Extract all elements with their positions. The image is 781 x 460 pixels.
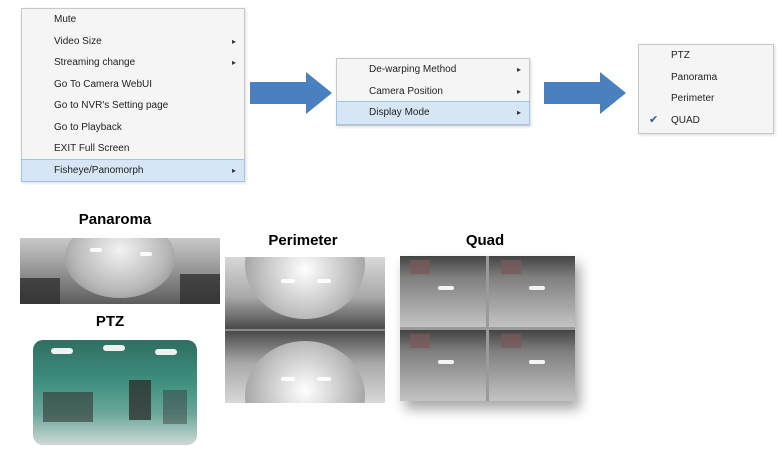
panorama-dome	[65, 238, 175, 298]
menu-item-label: De-warping Method	[369, 64, 457, 75]
display-mode-submenu: PTZ Panorama Perimeter ✔ QUAD	[638, 44, 774, 134]
ptz-label: PTZ	[95, 313, 125, 330]
quad-light	[438, 286, 454, 290]
ptz-cabinet	[163, 390, 187, 424]
perimeter-light	[281, 279, 295, 283]
menu-item-camera-position[interactable]: Camera Position ▸	[337, 81, 529, 103]
menu-item-label: Go to Playback	[54, 121, 122, 133]
menu-item-label: Camera Position	[369, 85, 443, 97]
menu-item-ptz[interactable]: PTZ	[639, 45, 773, 67]
menu-item-label: QUAD	[671, 114, 700, 126]
chevron-right-icon: ▸	[516, 108, 521, 117]
menu-item-camera-webui[interactable]: Go To Camera WebUI	[22, 74, 244, 96]
menu-item-label: Streaming change	[54, 57, 136, 68]
ptz-light	[155, 349, 177, 355]
menu-item-exit-fullscreen[interactable]: EXIT Full Screen	[22, 138, 244, 160]
menu-item-mute[interactable]: Mute	[22, 9, 244, 31]
menu-item-label: Mute	[54, 14, 77, 25]
quad-label: Quad	[465, 232, 505, 249]
perimeter-bottom-view	[225, 331, 385, 403]
menu-item-label: Fisheye/Panomorph	[54, 164, 144, 176]
menu-item-label: Perimeter	[671, 93, 715, 104]
quad-light	[529, 360, 545, 364]
menu-item-label: Display Mode	[369, 107, 430, 118]
panorama-preview	[20, 238, 220, 304]
arrow-right-icon	[250, 72, 332, 114]
quad-view-2	[489, 256, 575, 327]
arrow-right-icon	[544, 72, 626, 114]
perimeter-light	[317, 279, 331, 283]
perimeter-light	[281, 377, 295, 381]
menu-item-dewarping-method[interactable]: De-warping Method ▸	[337, 59, 529, 81]
checkmark-icon: ✔	[649, 113, 659, 126]
quad-object	[501, 334, 521, 348]
quad-light	[529, 286, 545, 290]
fisheye-submenu: De-warping Method ▸ Camera Position ▸ Disp…	[336, 58, 530, 126]
menu-item-video-size[interactable]: Video Size ▸	[22, 31, 244, 53]
menu-item-panorama[interactable]: Panorama	[639, 67, 773, 89]
menu-item-nvr-settings[interactable]: Go to NVR's Setting page	[22, 95, 244, 117]
perimeter-light	[317, 377, 331, 381]
panorama-light	[90, 248, 102, 252]
menu-item-display-mode[interactable]: Display Mode ▸	[336, 101, 530, 125]
menu-item-fisheye-panomorph[interactable]: Fisheye/Panomorph ▸	[21, 158, 245, 182]
chevron-right-icon: ▸	[231, 165, 236, 175]
perimeter-dome	[245, 341, 365, 403]
panorama-label: Panaroma	[78, 211, 152, 228]
chevron-right-icon: ▸	[231, 58, 236, 67]
quad-object	[501, 260, 521, 274]
chevron-right-icon: ▸	[516, 65, 521, 74]
ptz-light	[51, 348, 73, 354]
panorama-desk	[180, 274, 220, 304]
menu-item-label: Go To Camera WebUI	[54, 78, 153, 90]
panorama-shelf	[20, 278, 60, 304]
menu-item-label: Video Size	[54, 35, 102, 47]
quad-view-4	[489, 330, 575, 401]
menu-item-label: Go to NVR's Setting page	[54, 100, 169, 111]
panorama-light	[140, 252, 152, 256]
quad-object	[410, 334, 430, 348]
ptz-equipment	[43, 392, 93, 422]
menu-item-streaming-change[interactable]: Streaming change ▸	[22, 52, 244, 74]
perimeter-dome	[245, 257, 365, 319]
quad-object	[410, 260, 430, 274]
menu-item-perimeter[interactable]: Perimeter	[639, 88, 773, 110]
ptz-equipment	[129, 380, 151, 420]
menu-item-label: PTZ	[671, 50, 690, 61]
perimeter-preview	[225, 257, 385, 403]
chevron-right-icon: ▸	[516, 86, 521, 96]
ptz-light	[103, 345, 125, 351]
quad-light	[438, 360, 454, 364]
perimeter-label: Perimeter	[268, 232, 338, 249]
ptz-preview	[33, 340, 197, 445]
chevron-right-icon: ▸	[231, 36, 236, 46]
menu-item-playback[interactable]: Go to Playback	[22, 117, 244, 139]
quad-preview	[400, 256, 575, 401]
quad-view-1	[400, 256, 486, 327]
perimeter-top-view	[225, 257, 385, 329]
quad-view-3	[400, 330, 486, 401]
menu-item-label: EXIT Full Screen	[54, 143, 130, 154]
menu-item-label: Panorama	[671, 71, 718, 83]
menu-item-quad[interactable]: ✔ QUAD	[639, 110, 773, 132]
context-menu: Mute Video Size ▸ Streaming change ▸ Go To…	[21, 8, 245, 182]
